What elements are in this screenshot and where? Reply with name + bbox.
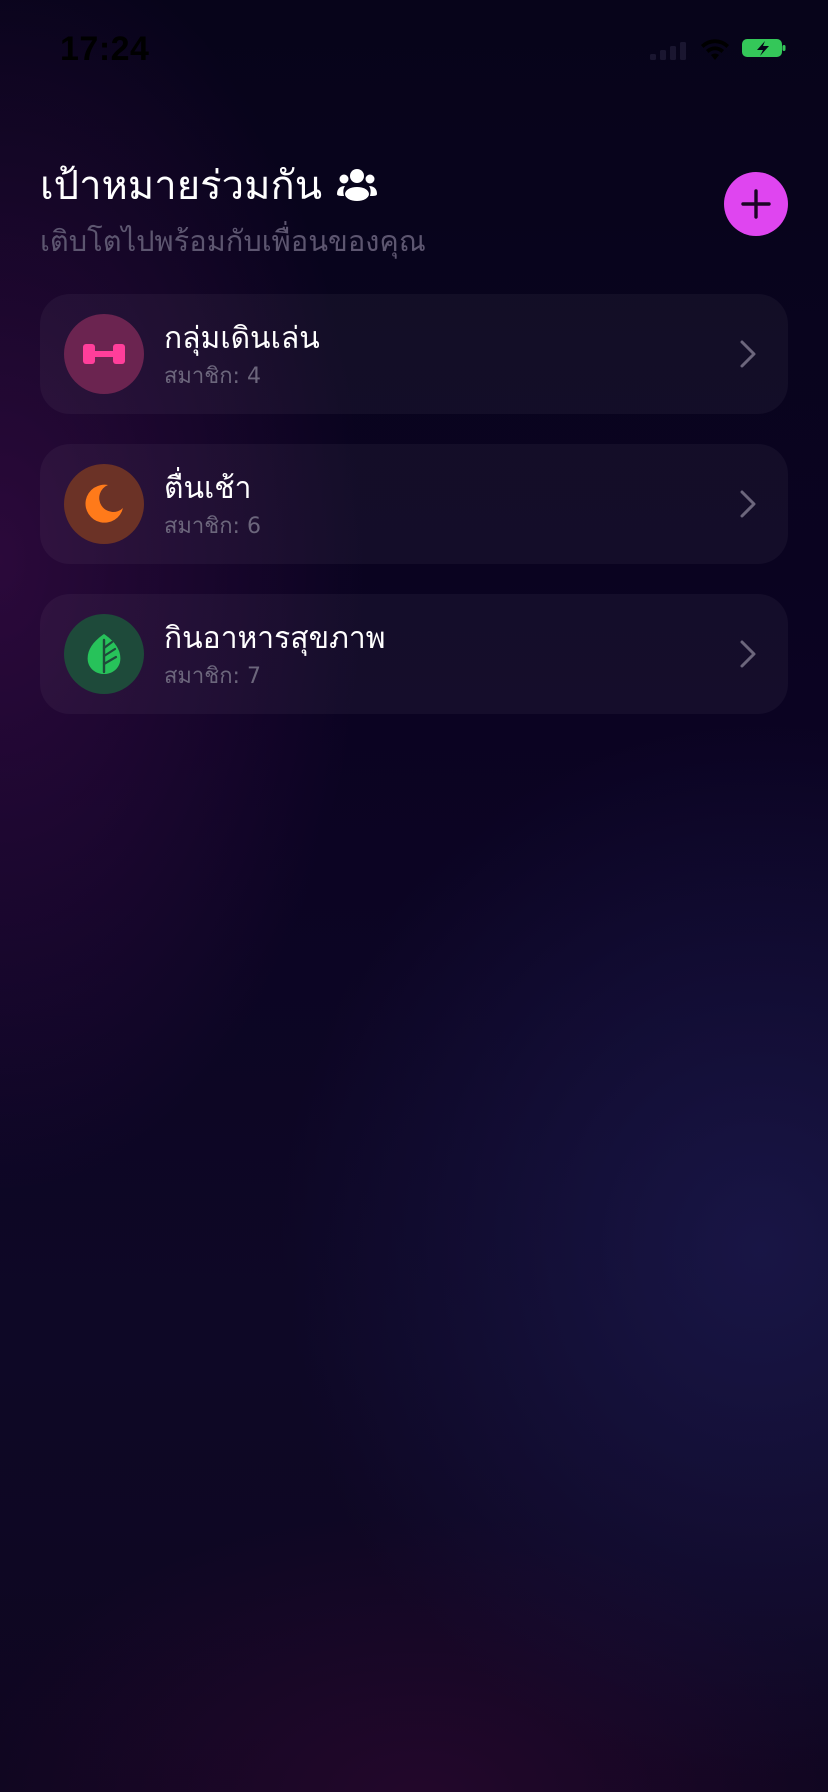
page-title-row: เป้าหมายร่วมกัน: [40, 150, 640, 222]
group-people-icon: [337, 169, 378, 201]
page-title: เป้าหมายร่วมกัน: [40, 163, 323, 209]
goal-members: สมาชิก: 7: [164, 664, 261, 689]
moon-icon: [85, 484, 123, 523]
page-subtitle: เติบโตไปพร้อมกับเพื่อนของคุณ: [40, 224, 426, 258]
goal-card-healthy-eating[interactable]: กินอาหารสุขภาพ สมาชิก: 7: [40, 594, 788, 714]
goal-name: กลุ่มเดินเล่น: [164, 321, 320, 356]
chevron-right-icon: [740, 640, 756, 668]
goal-card-wake-early[interactable]: ตื่นเช้า สมาชิก: 6: [40, 444, 788, 564]
header: เป้าหมายร่วมกัน เติบโตไปพร้อมกับเพื่อนขอ…: [40, 150, 640, 266]
chevron-right-icon: [740, 490, 756, 518]
goal-name: ตื่นเช้า: [164, 471, 252, 506]
goal-avatar: [64, 464, 144, 544]
goal-list: กลุ่มเดินเล่น สมาชิก: 4 ตื่นเช้า สมาชิก:…: [40, 294, 788, 744]
status-bar: 17:24: [0, 0, 828, 100]
leaf-icon: [87, 634, 121, 674]
chevron-right-icon: [740, 340, 756, 368]
cellular-signal-icon: [650, 42, 686, 60]
goal-avatar: [64, 614, 144, 694]
plus-icon: [741, 189, 771, 219]
goal-members: สมาชิก: 4: [164, 364, 261, 389]
wifi-icon: [701, 39, 729, 60]
dumbbell-icon: [83, 344, 125, 364]
add-goal-button[interactable]: [724, 172, 788, 236]
goal-card-walking[interactable]: กลุ่มเดินเล่น สมาชิก: 4: [40, 294, 788, 414]
goal-avatar: [64, 314, 144, 394]
status-time: 17:24: [60, 30, 150, 68]
battery-charging-icon: [742, 39, 786, 57]
goal-name: กินอาหารสุขภาพ: [164, 621, 386, 656]
goal-members: สมาชิก: 6: [164, 514, 261, 539]
